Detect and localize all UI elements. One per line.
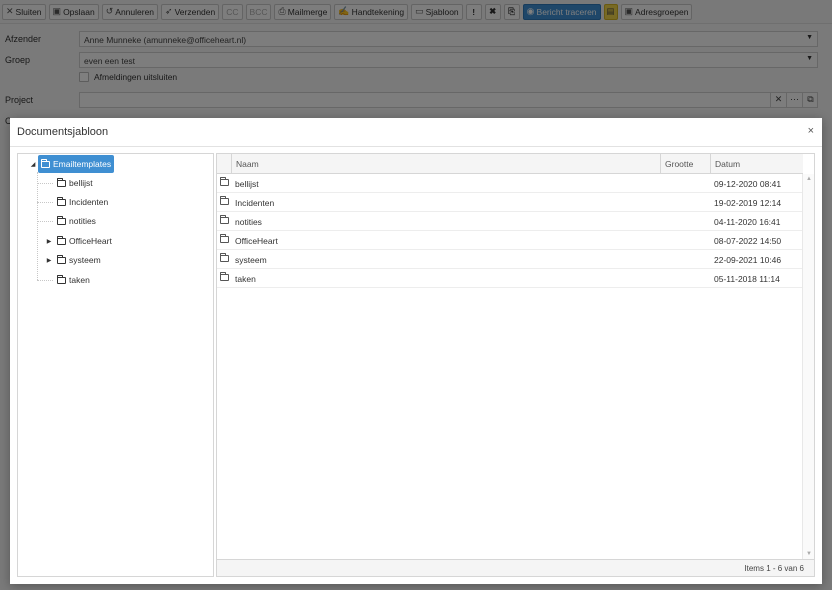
folder-icon [220, 253, 229, 262]
tree-node-root[interactable]: ◢ Emailtemplates [28, 155, 115, 173]
folder-icon [220, 215, 229, 224]
folder-icon [57, 177, 66, 187]
grid-header: Naam Grootte Datum [217, 154, 803, 174]
folder-icon [57, 254, 66, 264]
scroll-down-icon[interactable]: ▼ [806, 551, 812, 557]
folder-icon [220, 177, 229, 186]
grid-pager: Items 1 - 6 van 6 [217, 559, 814, 576]
tree-node[interactable]: taken [44, 271, 93, 289]
tree-node[interactable]: Incidenten [44, 193, 111, 211]
tree-node[interactable]: ▶ systeem [44, 251, 104, 269]
dialog-title: Documentsjabloon [17, 126, 109, 138]
file-grid: Naam Grootte Datum bellijst 09-12-2020 0… [216, 153, 815, 577]
tree-guide [37, 172, 38, 280]
table-row[interactable]: taken 05-11-2018 11:14 [217, 269, 803, 288]
folder-icon [220, 196, 229, 205]
tree-node[interactable]: bellijst [44, 174, 96, 192]
scroll-up-icon[interactable]: ▲ [806, 176, 812, 182]
folder-tree: ◢ Emailtemplates bellijst Incidenten not… [17, 153, 214, 577]
tree-node[interactable]: ▶ OfficeHeart [44, 232, 115, 250]
table-row[interactable]: systeem 22-09-2021 10:46 [217, 250, 803, 269]
tree-node-label[interactable]: Emailtemplates [38, 155, 115, 173]
folder-icon [220, 272, 229, 281]
dialog-header: Documentsjabloon × [10, 118, 822, 147]
collapse-icon[interactable]: ◢ [28, 161, 38, 168]
column-header-date[interactable]: Datum [710, 154, 803, 174]
expand-icon[interactable]: ▶ [44, 238, 54, 245]
vertical-scrollbar[interactable]: ▲ ▼ [802, 174, 814, 559]
folder-icon [220, 234, 229, 243]
template-dialog: Documentsjabloon × ◢ Emailtemplates bell… [10, 118, 822, 584]
table-row[interactable]: notities 04-11-2020 16:41 [217, 212, 803, 231]
table-row[interactable]: Incidenten 19-02-2019 12:14 [217, 193, 803, 212]
pager-info: Items 1 - 6 van 6 [744, 564, 804, 573]
folder-icon [57, 196, 66, 206]
column-header-name[interactable]: Naam [231, 154, 663, 174]
tree-node[interactable]: notities [44, 212, 99, 230]
folder-icon [57, 235, 66, 245]
expand-icon[interactable]: ▶ [44, 257, 54, 264]
folder-icon [57, 215, 66, 225]
close-icon[interactable]: × [808, 125, 814, 137]
folder-icon [41, 158, 50, 168]
column-header-size[interactable]: Grootte [660, 154, 710, 174]
folder-icon [57, 274, 66, 284]
table-row[interactable]: OfficeHeart 08-07-2022 14:50 [217, 231, 803, 250]
table-row[interactable]: bellijst 09-12-2020 08:41 [217, 174, 803, 193]
